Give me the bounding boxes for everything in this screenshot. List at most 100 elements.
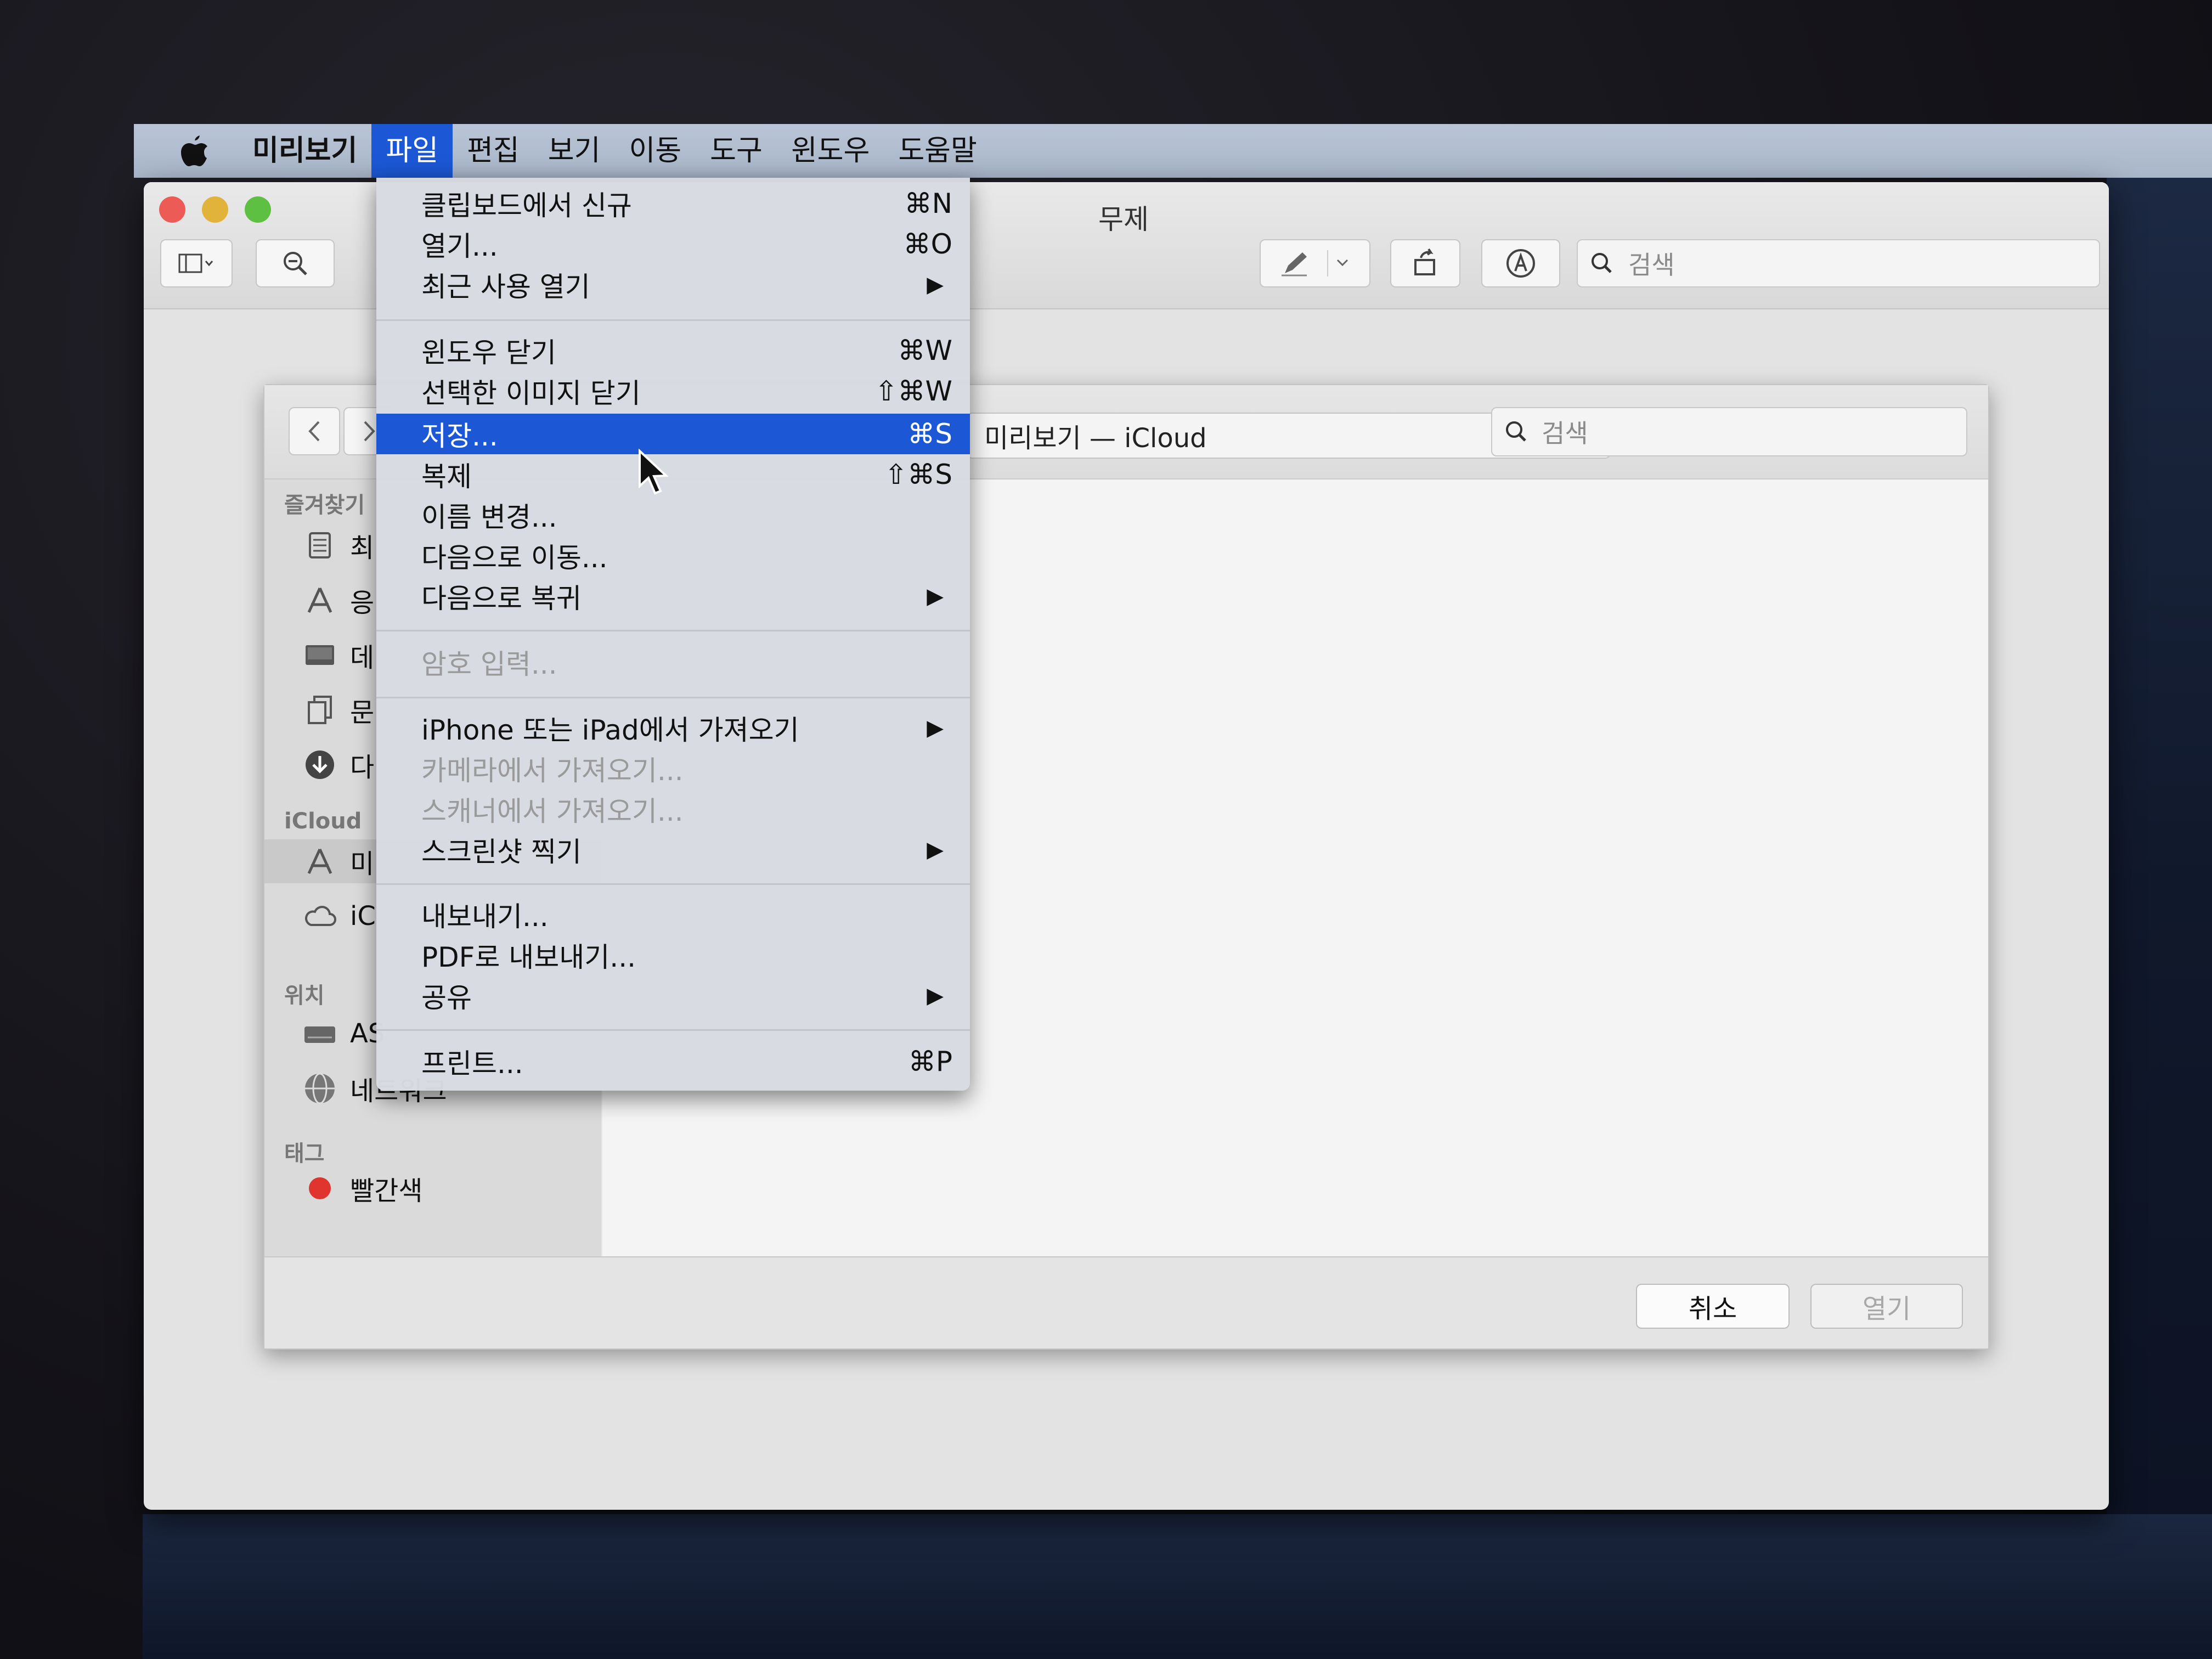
menu-file[interactable]: 파일	[371, 124, 453, 178]
submenu-arrow-icon: ▶	[927, 837, 944, 862]
menu-item-label: 프린트...	[421, 1048, 523, 1080]
toolbar-search-field[interactable]: 검색	[1577, 239, 2100, 287]
menu-bar: 미리보기 파일 편집 보기 이동 도구 윈도우 도움말	[134, 124, 2212, 178]
menu-item-label: 최근 사용 열기	[421, 271, 590, 303]
zoom-out-button[interactable]	[256, 239, 335, 287]
apple-icon[interactable]	[172, 129, 216, 173]
sidebar-item-applications[interactable]: 응	[301, 578, 374, 622]
search-icon	[1592, 253, 1612, 273]
window-title: 무제	[1098, 204, 1149, 235]
menu-go[interactable]: 이동	[614, 124, 696, 178]
menu-separator	[376, 319, 970, 321]
menu-item-shortcut: ⌘N	[904, 188, 952, 219]
desktop-wallpaper	[2107, 132, 2212, 1659]
zoom-button[interactable]	[245, 196, 271, 223]
red-tag-dot-icon	[301, 1169, 339, 1207]
menu-preview[interactable]: 미리보기	[238, 124, 371, 178]
menu-item-label: iPhone 또는 iPad에서 가져오기	[421, 714, 799, 746]
documents-icon	[301, 691, 339, 729]
sidebar-item-desktop[interactable]: 데	[301, 633, 374, 677]
network-globe-icon	[301, 1069, 339, 1108]
menu-item-shortcut: ⇧⌘S	[884, 459, 952, 490]
menu-item-rename[interactable]: 이름 변경...	[376, 495, 970, 535]
sheet-search-placeholder: 검색	[1542, 419, 1588, 448]
menu-item-close-selected-image[interactable]: 선택한 이미지 닫기 ⇧⌘W	[376, 371, 970, 411]
menu-item-open[interactable]: 열기... ⌘O	[376, 224, 970, 264]
menu-item-share[interactable]: 공유 ▶	[376, 975, 970, 1016]
markup-pen-button[interactable]	[1260, 239, 1370, 287]
rotate-icon	[1414, 248, 1435, 275]
tags-header: 태그	[284, 1141, 325, 1166]
mouse-pointer-icon	[639, 449, 669, 495]
menu-separator	[376, 697, 970, 698]
menu-separator	[376, 630, 970, 631]
menu-item-take-screenshot[interactable]: 스크린샷 찍기 ▶	[376, 830, 970, 870]
close-button[interactable]	[159, 196, 185, 223]
menu-item-save[interactable]: 저장... ⌘S	[376, 414, 970, 454]
locations-header: 위치	[284, 983, 325, 1008]
menu-item-shortcut: ⇧⌘W	[874, 375, 952, 407]
hard-disk-icon	[301, 1014, 339, 1053]
desktop-wallpaper-bottom	[143, 1514, 2212, 1659]
menu-item-move-to[interactable]: 다음으로 이동...	[376, 535, 970, 576]
menu-view[interactable]: 보기	[534, 124, 615, 178]
menu-item-duplicate[interactable]: 복제 ⇧⌘S	[376, 454, 970, 495]
minimize-button[interactable]	[202, 196, 228, 223]
menu-item-shortcut: ⌘O	[903, 228, 952, 260]
cancel-button[interactable]: 취소	[1636, 1284, 1790, 1329]
sidebar-item-label: 다	[350, 752, 375, 783]
markup-icon	[1506, 249, 1535, 278]
menu-item-shortcut: ⌘W	[898, 335, 952, 366]
submenu-arrow-icon: ▶	[927, 983, 944, 1008]
menu-item-label: 선택한 이미지 닫기	[421, 377, 641, 409]
submenu-arrow-icon: ▶	[927, 272, 944, 297]
sidebar-item-label: 빨간색	[350, 1176, 423, 1206]
sidebar-item-label: iC	[350, 901, 376, 932]
menu-item-open-recent[interactable]: 최근 사용 열기 ▶	[376, 264, 970, 305]
pen-icon	[1282, 250, 1348, 276]
menu-item-label: PDF로 내보내기...	[421, 941, 636, 973]
sidebar-toggle-button[interactable]	[160, 239, 233, 287]
sheet-search-field[interactable]: 검색	[1491, 407, 1967, 456]
menu-help[interactable]: 도움말	[884, 124, 991, 178]
sidebar-item-label: 문	[350, 697, 375, 728]
menu-edit[interactable]: 편집	[453, 124, 534, 178]
sidebar-item-documents[interactable]: 문	[301, 688, 374, 732]
location-label: 미리보기 — iCloud	[984, 423, 1207, 454]
favorites-header: 즐겨찾기	[284, 493, 365, 518]
menu-item-revert-to[interactable]: 다음으로 복귀 ▶	[376, 576, 970, 617]
menu-item-label: 다음으로 복귀	[421, 583, 582, 614]
sidebar-item-label: 최	[350, 533, 375, 563]
file-menu-dropdown: 클립보드에서 신규 ⌘N 열기... ⌘O 최근 사용 열기 ▶ 윈도우 닫기 …	[376, 178, 970, 1091]
sheet-button-bar: 취소 열기	[264, 1256, 1988, 1348]
desktop-icon	[301, 636, 339, 674]
markup-button[interactable]	[1481, 239, 1560, 287]
menu-item-label: 공유	[421, 982, 472, 1014]
menu-window[interactable]: 윈도우	[777, 124, 884, 178]
sidebar-item-icloud-drive[interactable]: iC	[301, 894, 376, 938]
menu-item-import-from-iphone[interactable]: iPhone 또는 iPad에서 가져오기 ▶	[376, 708, 970, 748]
menu-tools[interactable]: 도구	[696, 124, 777, 178]
menu-separator	[376, 883, 970, 885]
back-button[interactable]	[289, 407, 340, 455]
menu-item-label: 스캐너에서 가져오기...	[421, 795, 684, 827]
menu-item-label: 이름 변경...	[421, 501, 557, 533]
menu-item-label: 다음으로 이동...	[421, 542, 608, 574]
sidebar-item-tag-red[interactable]: 빨간색	[301, 1166, 422, 1210]
menu-item-export-pdf[interactable]: PDF로 내보내기...	[376, 935, 970, 975]
menu-item-print[interactable]: 프린트... ⌘P	[376, 1041, 970, 1082]
menu-item-export[interactable]: 내보내기...	[376, 894, 970, 935]
menu-item-label: 윈도우 닫기	[421, 337, 556, 369]
open-button[interactable]: 열기	[1810, 1284, 1963, 1329]
rotate-button[interactable]	[1390, 239, 1460, 287]
sidebar-item-downloads[interactable]: 다	[301, 743, 374, 787]
toolbar-search-placeholder: 검색	[1628, 250, 1675, 280]
menu-item-label: 복제	[421, 461, 472, 493]
sidebar-item-recents[interactable]: 최	[301, 523, 374, 567]
sidebar-item-disk[interactable]: AS	[301, 1012, 385, 1056]
menu-item-close-window[interactable]: 윈도우 닫기 ⌘W	[376, 330, 970, 371]
menu-item-new-from-clipboard[interactable]: 클립보드에서 신규 ⌘N	[376, 183, 970, 224]
icloud-header: iCloud	[284, 809, 362, 834]
submenu-arrow-icon: ▶	[927, 715, 944, 741]
zoom-out-icon	[284, 252, 307, 275]
